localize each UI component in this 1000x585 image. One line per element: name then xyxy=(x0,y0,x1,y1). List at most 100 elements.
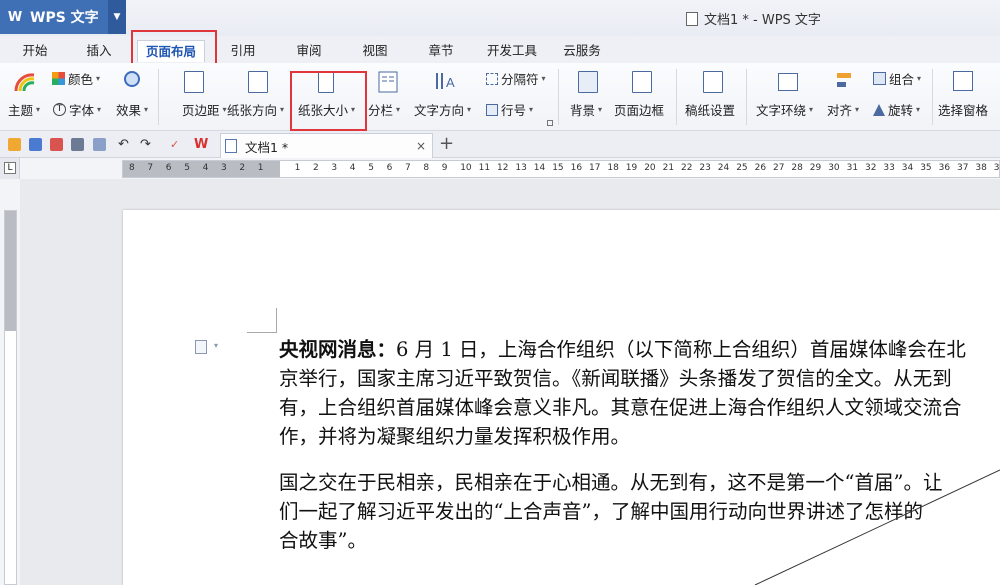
separator-icon xyxy=(486,72,498,85)
draft-setting-button[interactable]: 稿纸设置 xyxy=(685,100,735,119)
print-preview-icon[interactable] xyxy=(93,138,106,151)
rotate-button[interactable]: 旋转 ▾ xyxy=(873,100,920,119)
document-body[interactable]: 央视网消息：6 月 1 日，上海合作组织（以下简称上合组织）首届媒体峰会在北 京… xyxy=(279,335,999,572)
ruler-tick-label: 19 xyxy=(625,163,638,173)
ruler-tick-label: 8 xyxy=(423,163,430,173)
document-tab-title: 文档1 * xyxy=(245,139,289,155)
close-tab-icon[interactable]: × xyxy=(416,139,426,153)
columns-icon xyxy=(378,71,398,93)
ruler-tick-label: 24 xyxy=(717,163,730,173)
tab-chapter[interactable]: 章节 xyxy=(420,40,462,62)
ruler-tick-label: 32 xyxy=(865,163,877,173)
draft-setting-icon xyxy=(703,71,723,93)
line-number-button[interactable]: 行号 ▾ xyxy=(486,100,533,119)
document-tab[interactable]: 文档1 * × xyxy=(220,133,433,158)
colors-label: 颜色 xyxy=(68,72,94,87)
text-wrap-icon xyxy=(778,73,798,91)
text-line: 6 月 1 日，上海合作组织（以下简称上合组织）首届媒体峰会在北 xyxy=(396,338,966,361)
align-label: 对齐 xyxy=(827,103,853,118)
group-button[interactable]: 组合 ▾ xyxy=(873,69,921,88)
paper-size-icon xyxy=(318,71,334,93)
divider xyxy=(932,69,933,125)
ruler-tick-label: 2 xyxy=(239,163,246,173)
tab-review[interactable]: 审阅 xyxy=(288,40,330,62)
group-label: 组合 xyxy=(889,72,915,87)
wps-home-icon[interactable]: W xyxy=(194,138,208,151)
background-label: 背景 xyxy=(570,103,596,118)
orientation-button[interactable]: 纸张方向 ▾ xyxy=(227,100,284,119)
selection-pane-label: 选择窗格 xyxy=(938,103,989,118)
selection-pane-button[interactable]: 选择窗格 xyxy=(938,100,988,119)
undo-icon[interactable]: ↶ xyxy=(118,138,131,151)
tab-page-layout[interactable]: 页面布局 xyxy=(137,40,205,62)
tab-cloud[interactable]: 云服务 xyxy=(556,40,608,62)
ruler-tick-label: 23 xyxy=(699,163,711,173)
text-direction-button[interactable]: 文字方向 ▾ xyxy=(414,100,471,119)
paper-size-button[interactable]: 纸张大小 ▾ xyxy=(298,100,355,119)
divider xyxy=(746,69,747,125)
effects-label: 效果 xyxy=(116,103,142,118)
window-title: 文档1 * - WPS 文字 xyxy=(686,9,821,28)
app-menu-button[interactable]: W WPS 文字 ▼ xyxy=(0,0,126,34)
tab-references[interactable]: 引用 xyxy=(222,40,264,62)
svg-text:A: A xyxy=(446,75,455,90)
font-button[interactable]: T 字体 ▾ xyxy=(53,100,101,119)
columns-label: 分栏 xyxy=(368,103,394,118)
ruler-tick-label: 8 xyxy=(129,163,135,173)
text-direction-icon: A xyxy=(434,69,455,91)
tab-developer[interactable]: 开发工具 xyxy=(478,40,546,62)
separator-button[interactable]: 分隔符 ▾ xyxy=(486,69,546,88)
ruler-tick-label: 22 xyxy=(681,163,693,173)
theme-button[interactable]: 主题 ▾ xyxy=(8,100,40,119)
theme-icon xyxy=(14,71,35,93)
page-setup-launcher-icon[interactable] xyxy=(547,120,553,126)
colors-button[interactable]: 颜色 ▾ xyxy=(52,69,100,88)
page-border-button[interactable]: 页面边框 xyxy=(614,100,664,119)
customize-quick-access-icon[interactable]: ✓ xyxy=(170,138,183,151)
export-pdf-icon[interactable] xyxy=(50,138,63,151)
ribbon-toolbar: 颜色 ▾ 主题 ▾ T 字体 ▾ 效果 ▾ A 页边距 ▾ 纸张方向 ▾ 纸张大小 ▾ 分栏 ▾… xyxy=(0,63,1000,131)
horizontal-ruler[interactable]: 8 7 6 5 4 3 2 1 1 2 3 4 5 6 7 8 9 10 11 12 13 14 15 16 17 18 19 20 2… xyxy=(122,160,1000,178)
tab-insert[interactable]: 插入 xyxy=(78,40,120,62)
tab-start[interactable]: 开始 xyxy=(14,40,56,62)
app-menu-dropdown-icon[interactable]: ▼ xyxy=(108,0,126,34)
new-tab-button[interactable]: + xyxy=(439,133,454,154)
ruler-tick-label: 5 xyxy=(184,163,190,173)
print-icon[interactable] xyxy=(71,138,84,151)
margins-button[interactable]: 页边距 ▾ xyxy=(182,100,227,119)
ruler-tick-label: 1 xyxy=(257,163,264,173)
ruler-tick-label: 14 xyxy=(533,163,546,173)
columns-button[interactable]: 分栏 ▾ xyxy=(368,100,400,119)
save-icon[interactable] xyxy=(29,138,42,151)
ruler-tick-label: 16 xyxy=(570,163,583,173)
ruler-tick-label: 15 xyxy=(552,163,564,173)
ruler-tick-label: 29 xyxy=(809,163,822,173)
text-line: 们一起了解习近平发出的“上合声音”，了解中国用行动向世界讲述了怎样的 xyxy=(279,500,923,523)
ruler-tick-label: 39 xyxy=(993,163,1000,173)
title-bar: W WPS 文字 ▼ 文档1 * - WPS 文字 xyxy=(0,0,1000,36)
ruler-tick-label: 30 xyxy=(828,163,840,173)
paragraph-layout-icon[interactable] xyxy=(195,340,207,354)
vertical-ruler[interactable] xyxy=(4,210,17,585)
ruler-tick-label: 6 xyxy=(386,163,393,173)
paragraph: 央视网消息：6 月 1 日，上海合作组织（以下简称上合组织）首届媒体峰会在北 京… xyxy=(279,335,999,451)
background-button[interactable]: 背景 ▾ xyxy=(570,100,602,119)
tab-view[interactable]: 视图 xyxy=(354,40,396,62)
ruler-tick-label: 5 xyxy=(368,163,374,173)
margin-corner-mark xyxy=(247,308,277,333)
align-button[interactable]: 对齐 ▾ xyxy=(827,100,859,119)
draft-setting-label: 稿纸设置 xyxy=(685,103,736,118)
rotate-icon xyxy=(873,103,885,116)
text-wrap-button[interactable]: 文字环绕 ▾ xyxy=(756,100,813,119)
window-title-text: 文档1 * - WPS 文字 xyxy=(704,13,821,28)
paragraph-layout-caret-icon[interactable]: ▾ xyxy=(214,341,218,350)
tab-stop-selector[interactable]: L xyxy=(4,162,16,174)
app-name: WPS 文字 xyxy=(30,10,99,26)
ruler-tick-label: 7 xyxy=(405,163,411,173)
effects-button[interactable]: 效果 ▾ xyxy=(116,100,148,119)
font-label: 字体 xyxy=(69,103,95,118)
page-border-icon xyxy=(632,71,652,93)
redo-icon[interactable]: ↷ xyxy=(140,138,153,151)
ruler-corner[interactable]: L xyxy=(0,158,20,179)
open-icon[interactable] xyxy=(8,138,21,151)
